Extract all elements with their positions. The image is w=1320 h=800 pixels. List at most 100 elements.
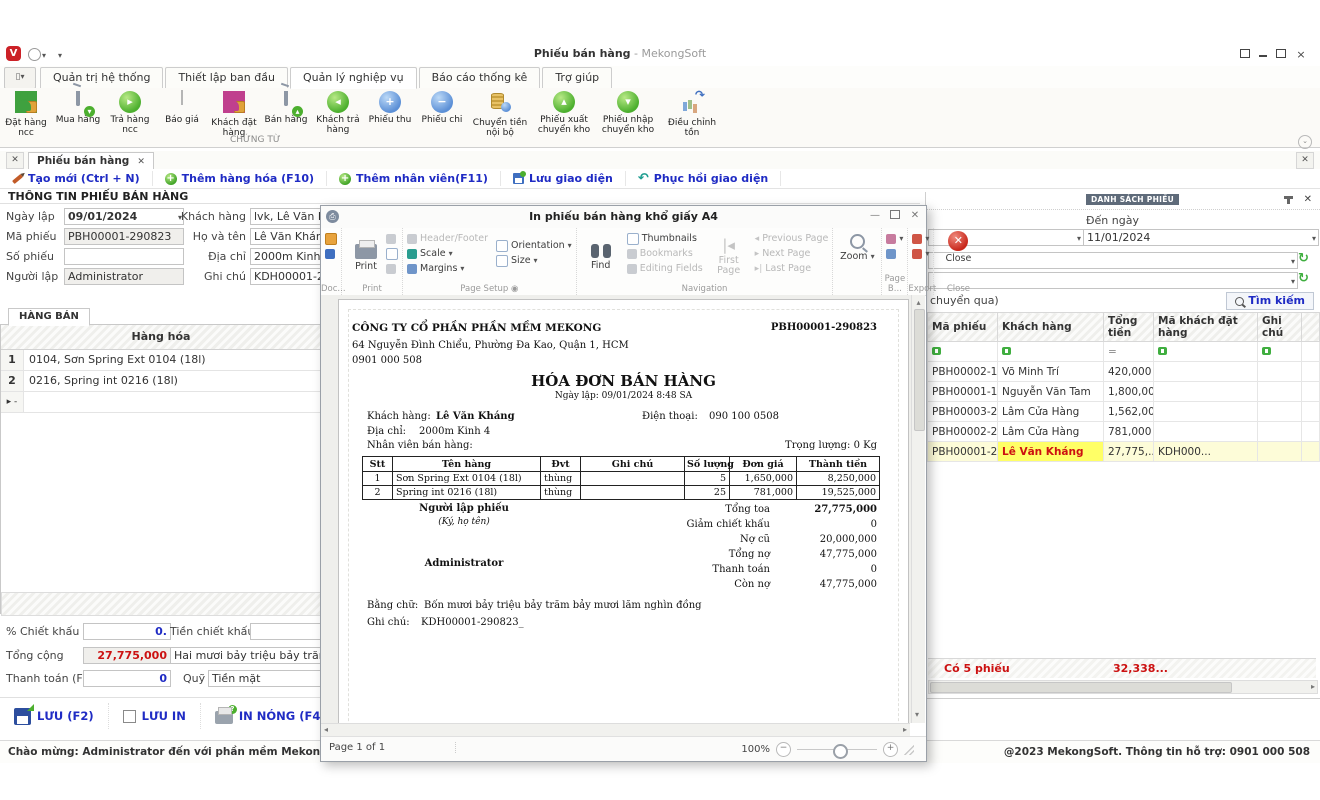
- tab-phieu-ban-hang[interactable]: Phiếu bán hàng✕: [28, 152, 154, 170]
- export-document-button[interactable]: [912, 231, 929, 246]
- scale-button[interactable]: Scale: [407, 246, 488, 261]
- refresh-icon[interactable]: [1298, 272, 1309, 286]
- col-ma-phieu[interactable]: Mã phiếu: [928, 313, 998, 342]
- new-button[interactable]: Tạo mới (Ctrl + N): [0, 171, 153, 186]
- resize-grip[interactable]: [904, 745, 914, 755]
- tab-quan-tri-he-thong[interactable]: Quản trị hệ thống: [40, 67, 163, 89]
- chiet-khau-field[interactable]: 0.: [83, 623, 171, 640]
- add-staff-button[interactable]: Thêm nhân viên(F11): [327, 171, 501, 186]
- add-item-button[interactable]: Thêm hàng hóa (F10): [153, 171, 327, 186]
- scroll-left-icon[interactable]: ◂: [324, 724, 328, 736]
- tab-close-left-icon[interactable]: ✕: [6, 152, 24, 169]
- tab-close-icon[interactable]: ✕: [137, 157, 145, 167]
- scroll-down-icon[interactable]: ▾: [915, 709, 919, 721]
- col-khach-hang[interactable]: Khách hàng: [998, 313, 1104, 342]
- orientation-button[interactable]: Orientation: [496, 238, 572, 253]
- ribbon-phieu-xuat-chuyen-kho[interactable]: Phiếu xuất chuyển kho: [532, 88, 596, 135]
- ribbon-khach-tra-hang[interactable]: Khách trả hàng: [312, 88, 364, 135]
- tab-tro-giup[interactable]: Trợ giúp: [542, 67, 612, 89]
- ribbon-phieu-thu[interactable]: Phiếu thu: [364, 88, 416, 125]
- checkbox-icon[interactable]: [123, 710, 136, 723]
- thanh-toan-field[interactable]: 0: [83, 670, 171, 687]
- tab-close-right-icon[interactable]: ✕: [1296, 152, 1314, 169]
- ribbon-collapse-icon[interactable]: ⌄: [1298, 135, 1312, 149]
- table-row[interactable]: PBH00002-1...Võ Minh Trí 420,000: [928, 362, 1320, 382]
- save-layout-button[interactable]: Lưu giao diện: [501, 171, 626, 186]
- find-button[interactable]: Find: [581, 231, 621, 281]
- scroll-up-icon[interactable]: ▴: [916, 298, 920, 307]
- dialog-titlebar[interactable]: ⎙ In phiếu bán hàng khổ giấy A4 — ✕: [321, 206, 926, 229]
- ribbon-khach-dat-hang[interactable]: Khách đặt hàng: [208, 88, 260, 138]
- hang-ban-tab[interactable]: HÀNG BÁN: [8, 308, 90, 326]
- restore-layout-button[interactable]: Phục hồi giao diện: [626, 171, 781, 186]
- ribbon-tra-hang-ncc[interactable]: Trả hàng ncc: [104, 88, 156, 135]
- table-row-selected[interactable]: PBH00001-2...Lê Văn Kháng 27,775,... KDH…: [928, 442, 1320, 462]
- minimize-icon[interactable]: [1256, 48, 1270, 62]
- table-row[interactable]: PBH00002-2...Lâm Cửa Hàng 781,000: [928, 422, 1320, 442]
- margins-button[interactable]: Margins: [407, 261, 488, 276]
- send-document-button[interactable]: [912, 246, 929, 261]
- dialog-maximize-icon[interactable]: [888, 210, 902, 222]
- clipboard-button[interactable]: [386, 261, 398, 276]
- pencil-icon: [12, 173, 23, 183]
- print-button[interactable]: Print: [346, 231, 386, 281]
- preview-horizontal-scrollbar[interactable]: ◂ ▸: [321, 723, 910, 737]
- pin-icon[interactable]: [1287, 196, 1290, 204]
- ribbon-phieu-nhap-chuyen-kho[interactable]: Phiếu nhập chuyển kho: [596, 88, 660, 135]
- save-doc-button[interactable]: [325, 246, 337, 261]
- filter-icon[interactable]: [932, 347, 941, 355]
- panel-horizontal-scrollbar[interactable]: ▸: [928, 680, 1318, 694]
- refresh-icon[interactable]: [1298, 252, 1309, 266]
- ribbon-phieu-chi[interactable]: Phiếu chi: [416, 88, 468, 125]
- col-ghi-chu[interactable]: Ghi chú: [1258, 313, 1302, 342]
- preview-vertical-scrollbar[interactable]: ▴ ▾: [911, 295, 925, 723]
- col-tong-tien[interactable]: Tổng tiền: [1104, 313, 1154, 342]
- col-ma-khach-dat-hang[interactable]: Mã khách đặt hàng: [1154, 313, 1258, 342]
- ribbon-chuyen-tien-noi-bo[interactable]: Chuyển tiền nội bộ: [468, 88, 532, 138]
- panel-close-icon[interactable]: ✕: [1304, 194, 1312, 205]
- tab-bao-cao-thong-ke[interactable]: Báo cáo thống kê: [419, 67, 541, 89]
- dialog-close-icon[interactable]: ✕: [908, 210, 922, 221]
- zoom-slider-thumb[interactable]: [833, 744, 848, 759]
- scroll-right-icon[interactable]: ▸: [1311, 681, 1315, 693]
- doc-group: Doc...: [321, 228, 342, 295]
- ribbon-dat-hang-ncc[interactable]: Đặt hàng ncc: [0, 88, 52, 138]
- so-phieu-label: Số phiếu: [6, 248, 54, 265]
- filter-icon[interactable]: [1158, 347, 1167, 355]
- filter-combo-2[interactable]: [928, 272, 1298, 289]
- filter-icon[interactable]: [1262, 347, 1271, 355]
- watermark-button[interactable]: [886, 246, 903, 261]
- size-button[interactable]: Size: [496, 253, 572, 268]
- save-print-checkbox[interactable]: LƯU IN: [109, 703, 201, 729]
- options-button[interactable]: [386, 246, 398, 261]
- close-preview-button[interactable]: ✕Close: [938, 231, 978, 264]
- app-menu-button[interactable]: ▯: [4, 67, 36, 89]
- scroll-right-icon[interactable]: ▸: [903, 724, 907, 736]
- zoom-button[interactable]: Zoom: [837, 231, 877, 262]
- page-color-button[interactable]: [886, 231, 903, 246]
- filter-combo-1[interactable]: [928, 252, 1298, 269]
- filter-icon[interactable]: [1002, 347, 1011, 355]
- copyright-text: @2023 MekongSoft. Thông tin hỗ trợ: 0901…: [1004, 746, 1310, 758]
- tab-thiet-lap-ban-dau[interactable]: Thiết lập ban đầu: [165, 67, 288, 89]
- open-button[interactable]: [325, 231, 337, 246]
- tab-quan-ly-nghiep-vu[interactable]: Quản lý nghiệp vụ: [290, 67, 417, 89]
- table-row[interactable]: PBH00001-1...Nguyễn Văn Tam 1,800,000: [928, 382, 1320, 402]
- search-button[interactable]: Tìm kiếm: [1226, 292, 1314, 310]
- restore-icon[interactable]: [1274, 48, 1288, 62]
- ribbon-bao-gia[interactable]: Báo giá: [156, 88, 208, 125]
- ribbon-dieu-chinh-ton[interactable]: Điều chỉnh tồn: [660, 88, 724, 138]
- save-button[interactable]: LƯU (F2): [0, 703, 109, 729]
- den-ngay-field[interactable]: 11/01/2024: [1083, 229, 1319, 246]
- dialog-minimize-icon[interactable]: —: [868, 210, 882, 221]
- zoom-in-icon[interactable]: +: [883, 742, 898, 757]
- ribbon-ban-hang[interactable]: Bán hàng: [260, 88, 312, 125]
- pin-window-icon[interactable]: [1238, 48, 1252, 62]
- ribbon-mua-hang[interactable]: Mua hàng: [52, 88, 104, 125]
- close-icon[interactable]: ×: [1294, 48, 1308, 62]
- zoom-slider[interactable]: [797, 749, 877, 750]
- table-row[interactable]: PBH00003-2...Lâm Cửa Hàng 1,562,000: [928, 402, 1320, 422]
- thumbnails-button[interactable]: Thumbnails: [627, 231, 703, 246]
- quick-print-button[interactable]: [386, 231, 398, 246]
- zoom-out-icon[interactable]: −: [776, 742, 791, 757]
